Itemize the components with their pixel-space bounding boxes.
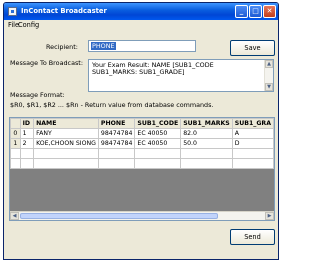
maximize-button[interactable]: □ <box>249 5 262 18</box>
table-cell[interactable] <box>19 158 35 169</box>
column-header[interactable]: PHONE <box>97 118 136 129</box>
scroll-thumb[interactable] <box>20 213 218 219</box>
table-cell[interactable] <box>134 158 182 169</box>
app-icon <box>8 7 17 16</box>
row-index[interactable] <box>10 148 21 159</box>
message-textarea[interactable]: Your Exam Result: NAME [SUB1_CODE SUB1_M… <box>88 59 274 92</box>
close-button[interactable]: ✕ <box>263 5 276 18</box>
table-cell[interactable]: 50.0 <box>180 138 233 149</box>
table-cell[interactable] <box>33 148 99 159</box>
table-cell[interactable] <box>231 148 274 159</box>
grid-horizontal-scrollbar[interactable]: ◀ ▶ <box>10 211 274 220</box>
table-cell[interactable]: D <box>231 138 274 149</box>
row-index[interactable]: 1 <box>10 138 21 149</box>
table-cell[interactable]: 98474784 <box>97 138 136 149</box>
row-index[interactable]: 0 <box>10 128 21 139</box>
table-cell[interactable]: EC 40050 <box>134 138 182 149</box>
column-header[interactable]: SUB1_MARKS <box>180 118 233 129</box>
table-cell[interactable] <box>180 148 233 159</box>
recipient-input[interactable]: PHONE <box>88 40 196 52</box>
column-header[interactable]: SUB1_CODE <box>134 118 182 129</box>
scroll-left-icon[interactable]: ◀ <box>10 212 19 220</box>
format-label: Message Format: <box>10 91 65 99</box>
table-cell[interactable]: EC 40050 <box>134 128 182 139</box>
format-help-text: $R0, $R1, $R2 ... $Rn - Return value fro… <box>10 101 214 109</box>
table-cell[interactable]: 82.0 <box>180 128 233 139</box>
message-text: Your Exam Result: NAME [SUB1_CODE SUB1_M… <box>92 61 216 76</box>
table-cell[interactable]: 2 <box>19 138 35 149</box>
message-scrollbar[interactable]: ▲ ▼ <box>264 60 273 91</box>
empty-row[interactable] <box>10 148 274 159</box>
table-cell[interactable] <box>19 148 35 159</box>
message-label: Message To Broadcast: <box>10 59 83 67</box>
table-cell[interactable] <box>180 158 233 169</box>
menu-config[interactable]: Config <box>18 21 39 29</box>
table-cell[interactable]: FANY <box>33 128 99 139</box>
table-header-row: ID NAME PHONE SUB1_CODE SUB1_MARKS SUB1_… <box>10 118 274 129</box>
empty-row[interactable] <box>10 158 274 169</box>
data-grid[interactable]: ID NAME PHONE SUB1_CODE SUB1_MARKS SUB1_… <box>9 117 275 221</box>
scroll-down-icon[interactable]: ▼ <box>265 83 273 91</box>
table-cell[interactable] <box>97 148 136 159</box>
column-header[interactable]: SUB1_GRA <box>231 118 274 129</box>
app-window: InContact Broadcaster _ □ ✕ File Config … <box>3 2 279 260</box>
table-cell[interactable] <box>134 148 182 159</box>
table-cell[interactable]: 98474784 <box>97 128 136 139</box>
table-row[interactable]: 0 1 FANY 98474784 EC 40050 82.0 A <box>10 128 274 139</box>
scroll-right-icon[interactable]: ▶ <box>265 212 274 220</box>
results-table: ID NAME PHONE SUB1_CODE SUB1_MARKS SUB1_… <box>10 118 274 169</box>
table-cell[interactable]: A <box>231 128 274 139</box>
table-cell[interactable] <box>33 158 99 169</box>
recipient-value: PHONE <box>91 42 116 50</box>
table-cell[interactable] <box>231 158 274 169</box>
table-cell[interactable]: KOE,CHOON SIONG <box>33 138 99 149</box>
minimize-button[interactable]: _ <box>235 5 248 18</box>
column-header[interactable]: NAME <box>33 118 99 129</box>
recipient-label: Recipient: <box>46 43 78 51</box>
table-row[interactable]: 1 2 KOE,CHOON SIONG 98474784 EC 40050 50… <box>10 138 274 149</box>
save-button[interactable]: Save <box>230 40 275 56</box>
send-button[interactable]: Send <box>230 229 275 245</box>
menu-bar: File Config <box>4 20 278 31</box>
table-cell[interactable] <box>97 158 136 169</box>
row-index[interactable] <box>10 158 21 169</box>
window-title: InContact Broadcaster <box>21 7 107 15</box>
scroll-up-icon[interactable]: ▲ <box>265 60 273 68</box>
row-header-corner <box>10 118 21 129</box>
column-header[interactable]: ID <box>19 118 35 129</box>
title-bar[interactable]: InContact Broadcaster _ □ ✕ <box>4 3 278 20</box>
table-cell[interactable]: 1 <box>19 128 35 139</box>
